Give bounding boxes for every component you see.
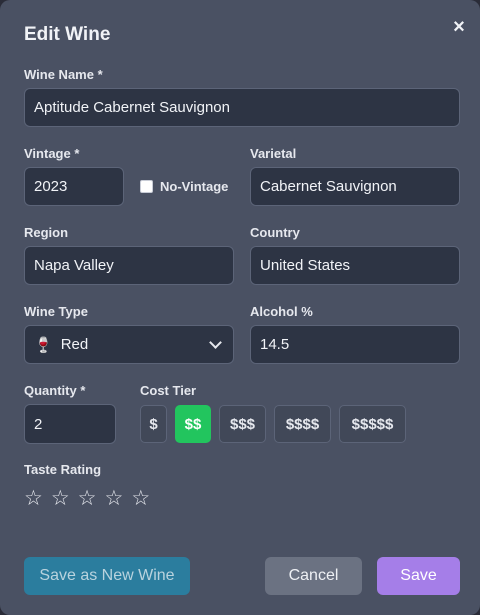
star-icon[interactable]: ☆ xyxy=(104,486,123,510)
star-icon[interactable]: ☆ xyxy=(131,486,150,510)
region-value: Napa Valley xyxy=(34,257,114,274)
no-vintage-checkbox[interactable] xyxy=(140,180,153,193)
star-icon[interactable]: ☆ xyxy=(24,486,43,510)
varietal-input[interactable]: Cabernet Sauvignon xyxy=(250,167,460,206)
no-vintage-toggle[interactable]: No-Vintage xyxy=(140,179,228,194)
country-value: United States xyxy=(260,257,351,274)
star-icon[interactable]: ☆ xyxy=(51,486,70,510)
country-label: Country xyxy=(250,225,300,240)
cost-tier-option-2[interactable]: $$ xyxy=(175,405,211,443)
region-label: Region xyxy=(24,225,69,240)
cost-tier-option-4[interactable]: $$$$ xyxy=(274,405,331,443)
modal-title: Edit Wine xyxy=(24,24,111,45)
wine-type-value: Red xyxy=(60,336,89,353)
wine-glass-icon: 🍷 xyxy=(34,335,53,354)
quantity-label: Quantity * xyxy=(24,383,86,398)
alcohol-value: 14.5 xyxy=(260,336,290,353)
vintage-label: Vintage * xyxy=(24,146,80,161)
no-vintage-label: No-Vintage xyxy=(160,179,229,194)
region-input[interactable]: Napa Valley xyxy=(24,246,234,285)
cancel-button[interactable]: Cancel xyxy=(265,557,362,595)
wine-name-input[interactable]: Aptitude Cabernet Sauvignon xyxy=(24,88,460,127)
alcohol-label: Alcohol % xyxy=(250,304,313,319)
cost-tier-label: Cost Tier xyxy=(140,383,197,398)
wine-type-select[interactable]: 🍷 Red xyxy=(24,325,234,364)
country-input[interactable]: United States xyxy=(250,246,460,285)
save-as-new-wine-button[interactable]: Save as New Wine xyxy=(24,557,190,595)
varietal-value: Cabernet Sauvignon xyxy=(260,178,397,195)
taste-rating-stars: ☆ ☆ ☆ ☆ ☆ xyxy=(24,486,150,510)
alcohol-input[interactable]: 14.5 xyxy=(250,325,460,364)
close-icon[interactable]: × xyxy=(448,16,470,38)
chevron-down-icon xyxy=(209,336,222,349)
wine-name-value: Aptitude Cabernet Sauvignon xyxy=(34,99,230,116)
varietal-label: Varietal xyxy=(250,146,297,161)
cost-tier-option-3[interactable]: $$$ xyxy=(219,405,266,443)
edit-wine-modal: Edit Wine × Wine Name * Aptitude Caberne… xyxy=(0,0,480,615)
cost-tier-option-1[interactable]: $ xyxy=(140,405,167,443)
wine-type-label: Wine Type xyxy=(24,304,88,319)
save-button[interactable]: Save xyxy=(377,557,460,595)
star-icon[interactable]: ☆ xyxy=(78,486,97,510)
taste-rating-label: Taste Rating xyxy=(24,462,102,477)
vintage-input[interactable]: 2023 xyxy=(24,167,124,206)
wine-name-label: Wine Name * xyxy=(24,67,103,82)
quantity-value: 2 xyxy=(34,415,43,433)
cost-tier-option-5[interactable]: $$$$$ xyxy=(339,405,406,443)
quantity-input[interactable]: 2 xyxy=(24,404,116,444)
vintage-value: 2023 xyxy=(34,178,68,195)
